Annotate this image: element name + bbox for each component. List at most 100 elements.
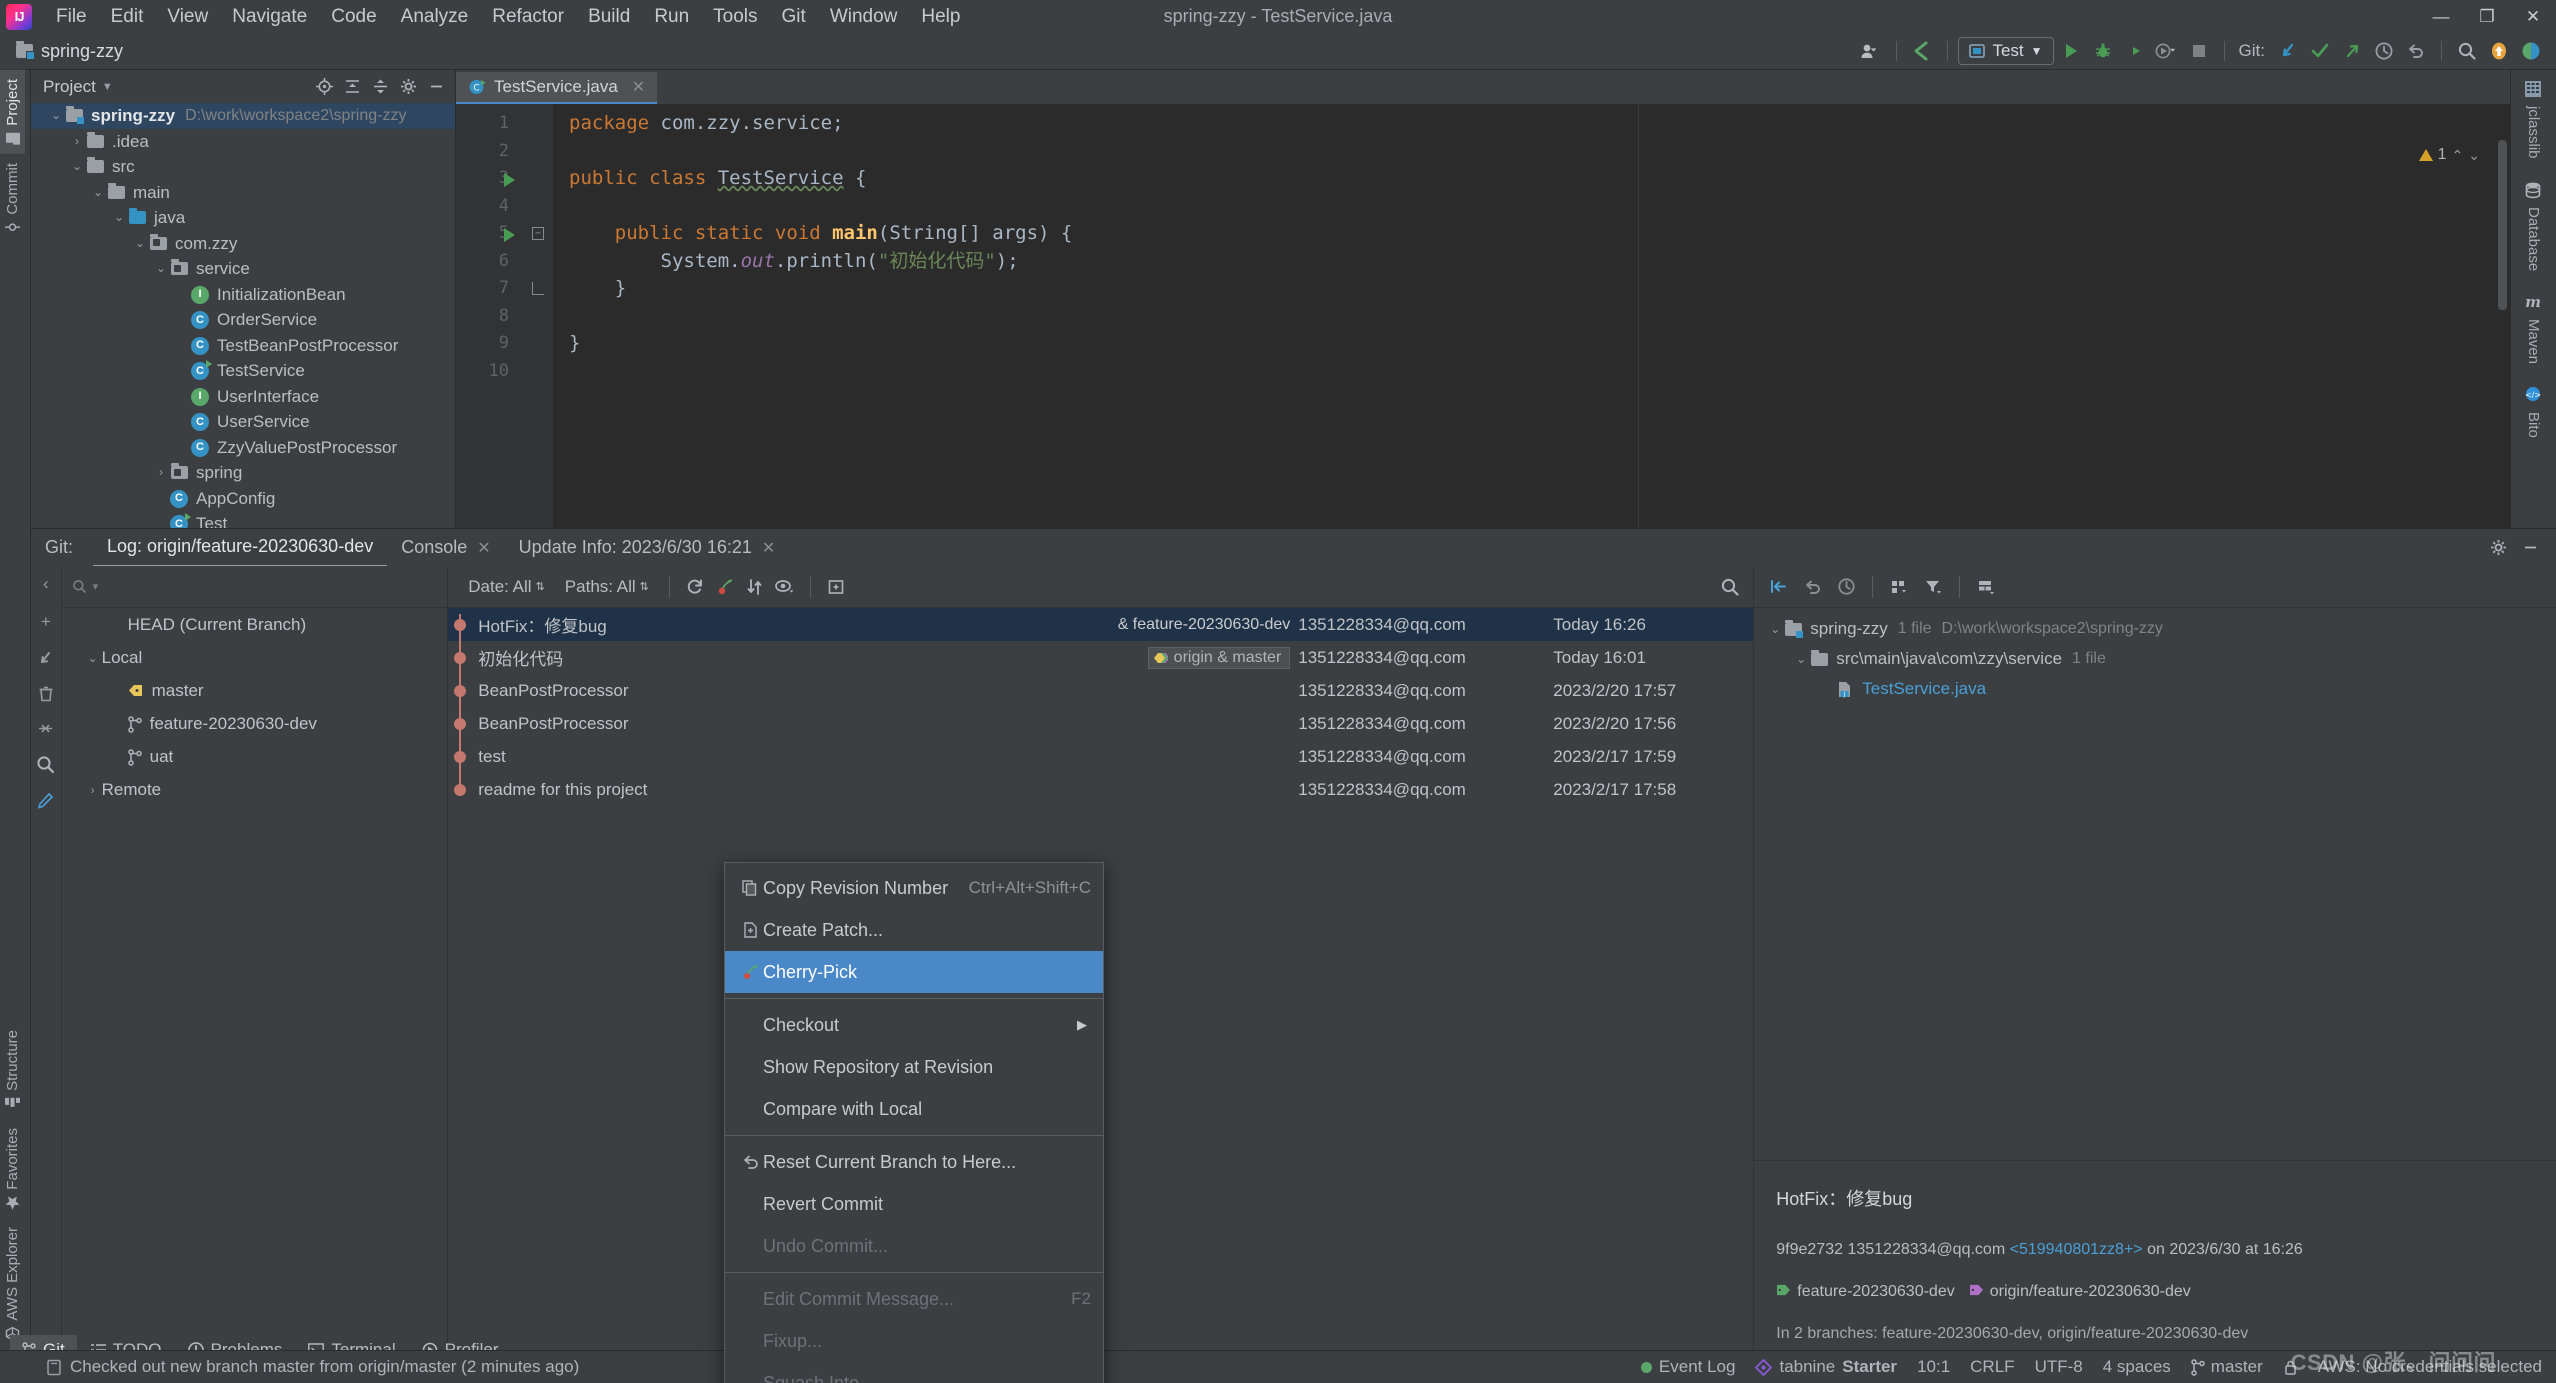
coverage-icon[interactable] [2120,36,2150,66]
run-gutter-icon[interactable] [504,228,515,242]
close-button[interactable]: ✕ [2510,0,2556,33]
merge-icon[interactable] [37,720,54,737]
show-icon[interactable] [770,573,800,601]
code-line-3[interactable]: public class TestService { [553,165,2510,193]
chevron-down-icon[interactable]: ⌄ [68,154,86,180]
right-tab-maven[interactable]: m Maven [2524,293,2544,364]
line-separator[interactable]: CRLF [1970,1357,2014,1377]
menu-file[interactable]: File [44,3,99,31]
bito-icon[interactable] [2516,36,2546,66]
chevron-right-icon[interactable]: › [84,783,102,797]
user-avatar-icon[interactable] [1856,36,1886,66]
left-tab-aws-explorer[interactable]: AWS Explorer [0,1218,25,1350]
project-chip[interactable]: spring-zzy [16,41,123,62]
chevron-down-icon[interactable]: ⌄ [47,103,65,129]
lock-icon[interactable] [2283,1359,2298,1376]
search-icon[interactable] [1715,573,1745,601]
editor-gutter[interactable]: 1 2 3 4 5−6 7 8 9 10 [456,104,553,528]
menu-tools[interactable]: Tools [701,3,769,31]
search-dropdown-icon[interactable]: ▾ [93,580,99,593]
close-icon[interactable]: ✕ [762,538,775,558]
debug-icon[interactable] [2088,36,2118,66]
file-encoding[interactable]: UTF-8 [2035,1357,2083,1377]
maximize-button[interactable]: ❐ [2464,0,2510,33]
chevron-down-icon[interactable]: ⌄ [1792,652,1810,666]
right-tab-jclasslib[interactable]: jclasslib [2524,80,2544,159]
project-tree-item-orderservice[interactable]: C OrderService [31,307,455,333]
close-icon[interactable]: ✕ [477,538,490,558]
scrollbar-thumb[interactable] [2498,140,2507,310]
code-line-7[interactable]: } [553,275,2510,303]
code-line-8[interactable] [553,303,2510,331]
collapse-all-icon[interactable] [1762,572,1794,602]
indent-setting[interactable]: 4 spaces [2103,1357,2171,1377]
context-menu-item-compare-with-local[interactable]: Compare with Local [725,1088,1103,1130]
project-panel-title-group[interactable]: Project ▼ [43,77,113,97]
search-icon[interactable] [36,755,55,774]
inspection-status-badge[interactable]: 1 ⌃ ⌄ [2418,146,2480,164]
menu-view[interactable]: View [155,3,220,31]
locate-icon[interactable] [311,74,337,100]
branch-item-head-current-branch-[interactable]: HEAD (Current Branch) [62,608,448,641]
history-icon[interactable] [2369,36,2399,66]
new-tab-icon[interactable] [821,573,851,601]
commit-row[interactable]: HotFix：修复bug & feature-20230630-dev 135122… [448,608,1754,641]
commit-row[interactable]: readme for this project 1351228334@qq.com… [448,773,1753,806]
chevron-right-icon[interactable]: › [152,460,170,486]
chevron-down-icon[interactable]: ⌄ [131,231,149,257]
settings-gear-icon[interactable] [2484,534,2512,562]
changed-file-row[interactable]: ⌄ spring-zzy 1 file D:\work\workspace2\spri… [1754,614,2556,644]
rollback-icon[interactable] [2401,36,2431,66]
hide-panel-icon[interactable] [423,74,449,100]
commit-row[interactable]: 初始化代码 origin & master 1351228334@qq.com Tod… [448,641,1753,674]
branch-item-local[interactable]: ⌄ Local [62,641,448,674]
run-icon[interactable] [2056,36,2086,66]
branch-search-input[interactable]: ▾ [61,566,448,608]
left-tab-project[interactable]: Project [0,70,25,154]
delete-icon[interactable] [38,685,54,702]
settings-gear-icon[interactable] [395,74,421,100]
filter-date[interactable]: Date: All ⇅ [458,577,555,597]
git-commit-icon[interactable] [2305,36,2335,66]
fold-end-icon[interactable] [532,282,544,295]
project-tree-item-zzyvaluepostprocessor[interactable]: C ZzyValuePostProcessor [31,435,455,461]
code-line-10[interactable] [553,358,2510,386]
code-editor[interactable]: 1 2 3 4 5−6 7 8 9 10 package com.zzy.service; pub… [456,104,2510,528]
layout-icon[interactable] [1970,572,2002,602]
project-tree-item-spring-zzy[interactable]: ⌄ spring-zzy D:\work\workspace2\spring-zzy [31,103,455,129]
editor-code-text[interactable]: package com.zzy.service; public class Tes… [553,104,2510,528]
commit-context-menu[interactable]: Copy Revision Number Ctrl+Alt+Shift+C Crea… [724,862,1104,1383]
project-tree-item-userservice[interactable]: C UserService [31,409,455,435]
project-tree-item-userinterface[interactable]: I UserInterface [31,384,455,410]
menu-build[interactable]: Build [576,3,642,31]
project-tree-item--idea[interactable]: › .idea [31,129,455,155]
chevron-down-icon[interactable]: ⌄ [110,205,128,231]
right-tab-bito[interactable]: </> Bito [2524,386,2544,438]
chevron-down-icon[interactable]: ⌄ [89,180,107,206]
expand-all-icon[interactable] [339,74,365,100]
left-tab-commit[interactable]: Commit [0,154,25,243]
chevron-down-icon[interactable]: ⌄ [152,256,170,282]
undo-icon[interactable] [1796,572,1828,602]
right-tab-database[interactable]: Database [2524,181,2544,271]
project-tree-item-com-zzy[interactable]: ⌄ com.zzy [31,231,455,257]
commit-row[interactable]: BeanPostProcessor 1351228334@qq.com 2023/2… [448,674,1753,707]
left-tab-favorites[interactable]: Favorites [0,1119,25,1219]
aws-status[interactable]: AWS: No credentials selected [2318,1357,2542,1377]
caret-position[interactable]: 10:1 [1917,1357,1950,1377]
commit-row[interactable]: BeanPostProcessor 1351228334@qq.com 2023/2… [448,707,1753,740]
menu-code[interactable]: Code [319,3,388,31]
menu-edit[interactable]: Edit [99,3,156,31]
context-menu-item-revert-commit[interactable]: Revert Commit [725,1183,1103,1225]
branch-item-feature-20230630-dev[interactable]: feature-20230630-dev [62,707,448,740]
chevron-down-icon[interactable]: ▼ [102,81,113,93]
git-panel-tab-2[interactable]: Update Info: 2023/6/30 16:21 ✕ [505,529,790,566]
code-line-5[interactable]: public static void main(String[] args) { [553,220,2510,248]
code-line-9[interactable]: } [553,330,2510,358]
changed-file-row[interactable]: ⌄ src\main\java\com\zzy\service 1 file [1754,644,2556,674]
fetch-icon[interactable] [37,650,54,667]
project-tree-item-main[interactable]: ⌄ main [31,180,455,206]
collapse-icon[interactable]: ‹ [43,574,49,594]
branch-item-master[interactable]: master [62,674,448,707]
menu-navigate[interactable]: Navigate [220,3,319,31]
